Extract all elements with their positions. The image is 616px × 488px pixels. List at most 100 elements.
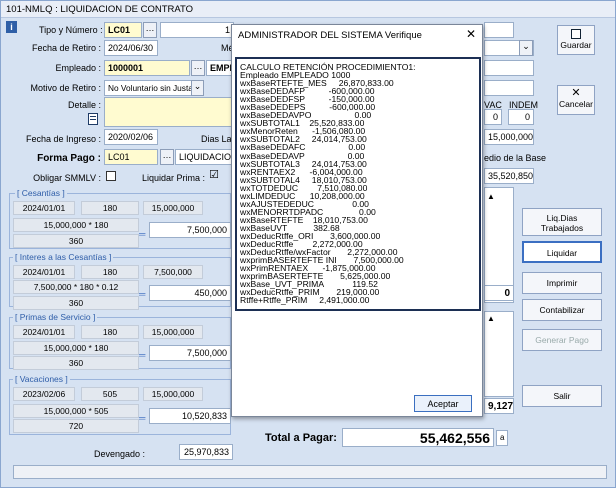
right-zero-value: 0 <box>484 285 514 301</box>
forma-pago-name-field: LIQUIDACION <box>175 149 234 165</box>
cancel-icon: ✕ <box>571 87 581 99</box>
primas-formula: 15,000,000 * 180 <box>13 341 139 355</box>
cesantias-title: [ Cesantías ] <box>15 188 67 198</box>
close-icon[interactable]: ✕ <box>466 27 476 41</box>
forma-pago-lookup-button[interactable]: … <box>160 149 174 165</box>
fecha-retiro-label: Fecha de Retiro : <box>31 43 101 53</box>
vacaciones-divisor: 720 <box>13 419 139 433</box>
indem-value: 0 <box>508 109 534 125</box>
tipo-input[interactable]: LC01 <box>104 22 142 38</box>
vacaciones-arrow: ═ <box>139 413 146 423</box>
total-value: 55,462,556 <box>342 428 494 447</box>
primas-result: 7,500,000 <box>149 345 231 361</box>
empleado-name-field: EMPLI <box>206 60 234 76</box>
grid-scroll-icon[interactable]: ▲ <box>487 192 495 201</box>
dialog-message: CALCULO RETENCIÓN PROCEDIMIENTO1: Emplead… <box>240 63 480 306</box>
cancelar-button[interactable]: ✕ Cancelar <box>557 85 595 115</box>
vacaciones-date: 2023/02/06 <box>13 387 75 401</box>
total-suffix: a <box>496 430 508 446</box>
guardar-button[interactable]: Guardar <box>557 25 595 55</box>
cancelar-label: Cancelar <box>558 99 594 109</box>
generar-pago-button: Generar Pago <box>522 329 602 351</box>
cesantias-arrow: ═ <box>139 229 146 239</box>
status-bar <box>13 465 607 479</box>
dialog-line: Rtffe+Rtffe_PRIM 2,491,000.00 <box>240 295 370 306</box>
right-top-field <box>484 22 514 38</box>
detalle-label: Detalle : <box>67 100 101 110</box>
save-icon <box>571 29 581 39</box>
obligar-smmlv-checkbox[interactable] <box>106 171 116 181</box>
liquidar-button[interactable]: Liquidar <box>522 241 602 263</box>
medio-label: edio de la Base <box>484 153 547 163</box>
fecha-retiro-input[interactable]: 2024/06/30 <box>104 40 158 56</box>
guardar-label: Guardar <box>560 40 592 50</box>
salary-value: 15,000,000 <box>484 129 534 145</box>
primas-days: 180 <box>81 325 139 339</box>
intereses-days: 180 <box>81 265 139 279</box>
intereses-divisor: 360 <box>13 296 139 310</box>
vacaciones-result: 10,520,833 <box>149 408 231 424</box>
info-icon[interactable]: i <box>6 21 17 33</box>
devengado-label: Devengado : <box>93 449 145 459</box>
forma-pago-label: Forma Pago : <box>37 153 101 164</box>
cesantias-base: 15,000,000 <box>143 201 203 215</box>
right-field-2 <box>484 60 534 76</box>
tipo-label: Tipo y Número : <box>39 25 103 35</box>
primas-title: [ Primas de Servicio ] <box>13 312 98 322</box>
motivo-select[interactable]: No Voluntario sin Justa <box>104 80 192 96</box>
primas-date: 2024/01/01 <box>13 325 75 339</box>
cesantias-days: 180 <box>81 201 139 215</box>
liquidar-prima-label: Liquidar Prima : <box>141 173 205 183</box>
vac-value: 0 <box>484 109 502 125</box>
motivo-label: Motivo de Retiro : <box>30 83 101 93</box>
verifique-dialog: ADMINISTRADOR DEL SISTEMA Verifique ✕ CA… <box>231 24 483 417</box>
forma-pago-code-input[interactable]: LC01 <box>104 149 158 165</box>
grid-scroll-icon-2[interactable]: ▲ <box>487 314 495 323</box>
cesantias-date: 2024/01/01 <box>13 201 75 215</box>
fecha-ingreso-label: Fecha de Ingreso : <box>25 134 101 144</box>
right-grid-2 <box>484 311 514 397</box>
intereses-formula: 7,500,000 * 180 * 0.12 <box>13 280 139 294</box>
intereses-result: 450,000 <box>149 285 231 301</box>
vacaciones-base: 15,000,000 <box>143 387 203 401</box>
right-select-dropdown-icon[interactable]: ⌄ <box>519 40 533 56</box>
empleado-code-input[interactable]: 1000001 <box>104 60 190 76</box>
dias-lab-label: Dias Lab <box>201 134 237 144</box>
window-titlebar: 101-NMLQ : LIQUIDACION DE CONTRATO <box>1 1 615 18</box>
imprimir-button[interactable]: Imprimir <box>522 272 602 294</box>
numero-input[interactable]: 1 <box>160 22 234 38</box>
right-field-3 <box>484 80 534 96</box>
intereses-title: [ Interes a las Cesantías ] <box>13 252 114 262</box>
intereses-arrow: ═ <box>139 289 146 299</box>
primas-base: 15,000,000 <box>143 325 203 339</box>
contabilizar-button[interactable]: Contabilizar <box>522 299 602 321</box>
cesantias-result: 7,500,000 <box>149 222 231 238</box>
detalle-textarea[interactable] <box>104 97 234 127</box>
liq-dias-button[interactable]: Liq.Dias Trabajados <box>522 208 602 236</box>
vacaciones-title: [ Vacaciones ] <box>13 374 70 384</box>
document-icon[interactable] <box>88 113 98 125</box>
empleado-lookup-button[interactable]: … <box>191 60 205 76</box>
salir-button[interactable]: Salir <box>522 385 602 407</box>
obligar-smmlv-label: Obligar SMMLV : <box>33 173 101 183</box>
liquidar-prima-checkbox[interactable]: ☑ <box>209 170 219 181</box>
vacaciones-formula: 15,000,000 * 505 <box>13 404 139 418</box>
cesantias-formula: 15,000,000 * 180 <box>13 218 139 232</box>
primas-arrow: ═ <box>139 350 146 360</box>
primas-divisor: 360 <box>13 356 139 370</box>
aceptar-button[interactable]: Aceptar <box>414 395 472 412</box>
devengado-value: 25,970,833 <box>179 444 233 460</box>
dialog-title: ADMINISTRADOR DEL SISTEMA Verifique <box>238 30 422 41</box>
window-title: 101-NMLQ : LIQUIDACION DE CONTRATO <box>6 4 194 15</box>
intereses-date: 2024/01/01 <box>13 265 75 279</box>
empleado-label: Empleado : <box>55 63 101 73</box>
cesantias-divisor: 360 <box>13 234 139 248</box>
tipo-lookup-button[interactable]: … <box>143 22 157 38</box>
right-partial-value: 9,127 <box>484 398 514 414</box>
fecha-ingreso-input[interactable]: 2020/02/06 <box>104 129 158 145</box>
motivo-dropdown-icon[interactable]: ⌄ <box>191 80 204 96</box>
intereses-base: 7,500,000 <box>143 265 203 279</box>
vacaciones-days: 505 <box>81 387 139 401</box>
total-label: Total a Pagar: <box>265 432 337 444</box>
medio-value: 35,520,850 <box>484 168 534 184</box>
